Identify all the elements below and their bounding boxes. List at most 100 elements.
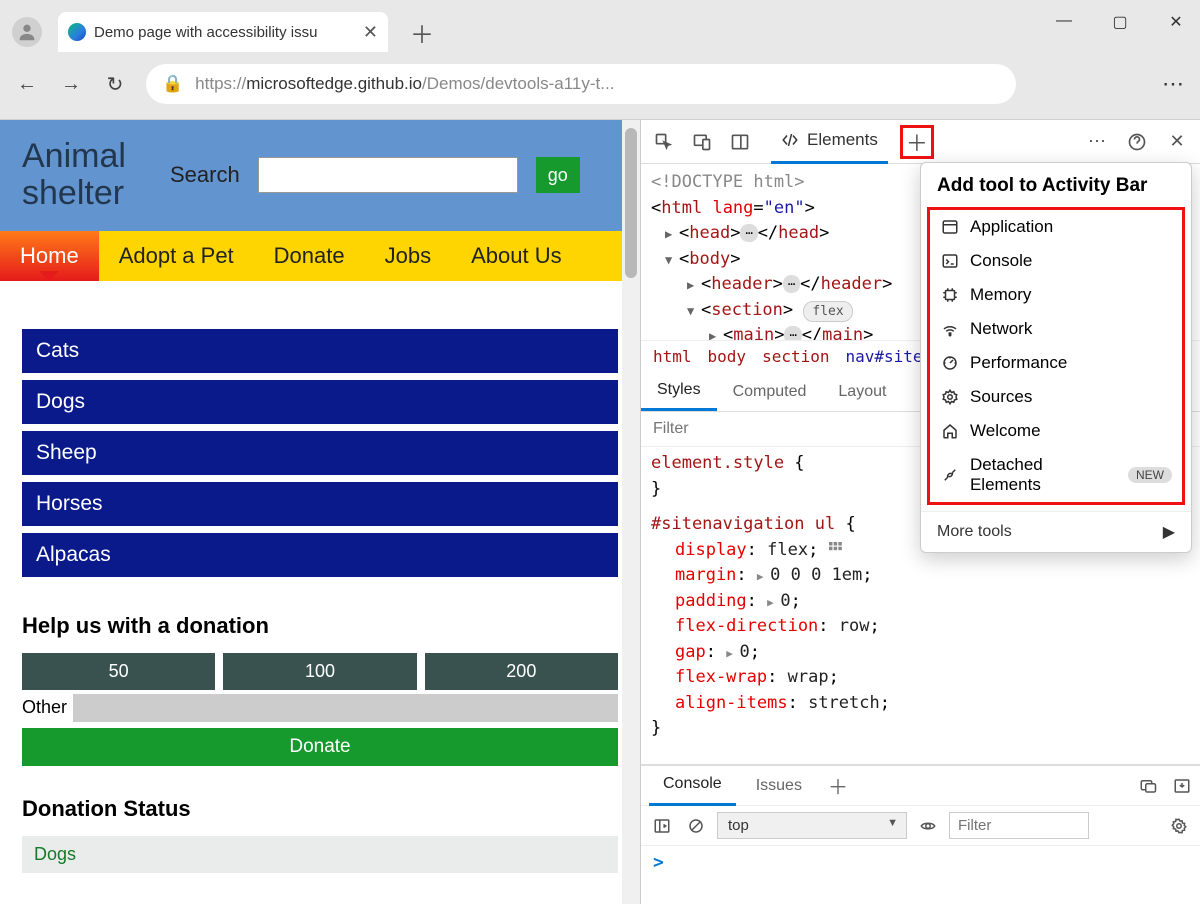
browser-menu-button[interactable]: ⋯ (1162, 71, 1186, 97)
profile-avatar[interactable] (12, 17, 42, 47)
category-item[interactable]: Horses (22, 482, 618, 526)
devtools-panel: Elements ＋ ⋯ ✕ Add tool to Activity Bar … (640, 120, 1200, 904)
network-icon (940, 319, 960, 339)
detached-icon (940, 465, 960, 485)
tool-console[interactable]: Console (930, 244, 1182, 278)
address-bar[interactable]: 🔒 https://microsoftedge.github.io/Demos/… (146, 64, 1016, 104)
popup-list: Application Console Memory Network Perfo… (927, 207, 1185, 505)
refresh-button[interactable]: ↻ (102, 72, 128, 97)
live-expression-icon[interactable] (915, 813, 941, 839)
donation-buttons: 50 100 200 (22, 653, 618, 690)
nav-donate[interactable]: Donate (254, 231, 365, 281)
help-icon[interactable] (1124, 129, 1150, 155)
page-viewport: Animalshelter Search go Home Adopt a Pet… (0, 120, 640, 904)
tool-performance[interactable]: Performance (930, 346, 1182, 380)
search-label: Search (170, 162, 240, 188)
add-tool-button[interactable]: ＋ (900, 125, 934, 159)
other-row: Other (22, 694, 618, 722)
close-window-icon[interactable]: ✕ (1162, 12, 1190, 32)
popup-title: Add tool to Activity Bar (921, 163, 1191, 207)
welcome-icon (940, 421, 960, 441)
category-item[interactable]: Alpacas (22, 533, 618, 577)
console-prompt[interactable]: > (641, 846, 1200, 879)
tab-bar: Demo page with accessibility issu ✕ ＋ (0, 0, 1200, 56)
context-select[interactable]: top (717, 812, 907, 839)
other-label: Other (22, 697, 73, 718)
main-split: Animalshelter Search go Home Adopt a Pet… (0, 120, 1200, 904)
nav-adopt[interactable]: Adopt a Pet (99, 231, 254, 281)
category-item[interactable]: Sheep (22, 431, 618, 475)
lock-icon: 🔒 (162, 74, 183, 94)
minimize-icon[interactable]: ― (1050, 12, 1078, 32)
chevron-right-icon: ▶ (1163, 522, 1175, 542)
category-item[interactable]: Cats (22, 329, 618, 373)
console-toolbar: top (641, 806, 1200, 846)
nav-home[interactable]: Home (0, 231, 99, 281)
donation-section: Help us with a donation 50 100 200 Other… (22, 613, 618, 766)
tool-sources[interactable]: Sources (930, 380, 1182, 414)
tool-network[interactable]: Network (930, 312, 1182, 346)
more-tools-icon[interactable]: ⋯ (1084, 129, 1110, 155)
application-icon (940, 217, 960, 237)
other-input[interactable] (73, 694, 618, 722)
toggle-sidebar-icon[interactable] (649, 813, 675, 839)
donation-100[interactable]: 100 (223, 653, 416, 690)
window-controls: ― ▢ ✕ (1050, 12, 1190, 32)
memory-icon (940, 285, 960, 305)
tab-layout[interactable]: Layout (822, 372, 902, 411)
add-tool-popup: Add tool to Activity Bar Application Con… (920, 162, 1192, 553)
elements-tab[interactable]: Elements (771, 120, 888, 164)
tab-styles[interactable]: Styles (641, 372, 717, 411)
back-button[interactable]: ← (14, 73, 40, 96)
status-section: Donation Status Dogs (22, 796, 618, 873)
collapse-drawer-icon[interactable] (1172, 777, 1192, 795)
maximize-icon[interactable]: ▢ (1106, 12, 1134, 32)
search-input[interactable] (258, 157, 518, 193)
console-filter-input[interactable] (949, 812, 1089, 839)
drawer-add-tab[interactable]: ＋ (822, 766, 854, 806)
clear-console-icon[interactable] (683, 813, 709, 839)
drawer-tab-console[interactable]: Console (649, 766, 736, 806)
tab-computed[interactable]: Computed (717, 372, 823, 411)
drawer-tab-issues[interactable]: Issues (742, 766, 816, 806)
tool-application[interactable]: Application (930, 210, 1182, 244)
close-tab-icon[interactable]: ✕ (363, 22, 378, 43)
main-nav: Home Adopt a Pet Donate Jobs About Us (0, 231, 640, 281)
performance-icon (940, 353, 960, 373)
tool-memory[interactable]: Memory (930, 278, 1182, 312)
go-button[interactable]: go (536, 157, 580, 193)
close-devtools-icon[interactable]: ✕ (1164, 129, 1190, 155)
issues-icon[interactable] (1138, 777, 1158, 795)
donation-200[interactable]: 200 (425, 653, 618, 690)
address-bar-row: ← → ↻ 🔒 https://microsoftedge.github.io/… (0, 56, 1200, 112)
tool-detached-elements[interactable]: Detached ElementsNEW (930, 448, 1182, 502)
browser-chrome: Demo page with accessibility issu ✕ ＋ ― … (0, 0, 1200, 120)
page-scrollbar[interactable] (622, 120, 640, 904)
new-badge: NEW (1128, 467, 1172, 483)
dock-icon[interactable] (727, 129, 753, 155)
page-header: Animalshelter Search go (0, 120, 640, 231)
tool-welcome[interactable]: Welcome (930, 414, 1182, 448)
new-tab-button[interactable]: ＋ (394, 15, 450, 50)
device-toggle-icon[interactable] (689, 129, 715, 155)
url-text: https://microsoftedge.github.io/Demos/de… (195, 74, 614, 94)
console-drawer: Console Issues ＋ top > (641, 764, 1200, 904)
status-item: Dogs (22, 836, 618, 873)
content-area: Cats Dogs Sheep Horses Alpacas Help us w… (0, 281, 640, 883)
console-settings-icon[interactable] (1166, 813, 1192, 839)
category-item[interactable]: Dogs (22, 380, 618, 424)
status-heading: Donation Status (22, 796, 618, 822)
site-title: Animalshelter (22, 138, 152, 213)
donate-button[interactable]: Donate (22, 728, 618, 766)
devtools-tabbar: Elements ＋ ⋯ ✕ (641, 120, 1200, 164)
console-icon (940, 251, 960, 271)
tab-title: Demo page with accessibility issu (94, 24, 355, 41)
inspect-element-icon[interactable] (651, 129, 677, 155)
more-tools-item[interactable]: More tools ▶ (921, 511, 1191, 552)
donation-50[interactable]: 50 (22, 653, 215, 690)
forward-button[interactable]: → (58, 73, 84, 96)
nav-about[interactable]: About Us (451, 231, 582, 281)
nav-jobs[interactable]: Jobs (365, 231, 451, 281)
browser-tab[interactable]: Demo page with accessibility issu ✕ (58, 12, 388, 52)
devtools-right-controls: ⋯ ✕ (1084, 129, 1190, 155)
